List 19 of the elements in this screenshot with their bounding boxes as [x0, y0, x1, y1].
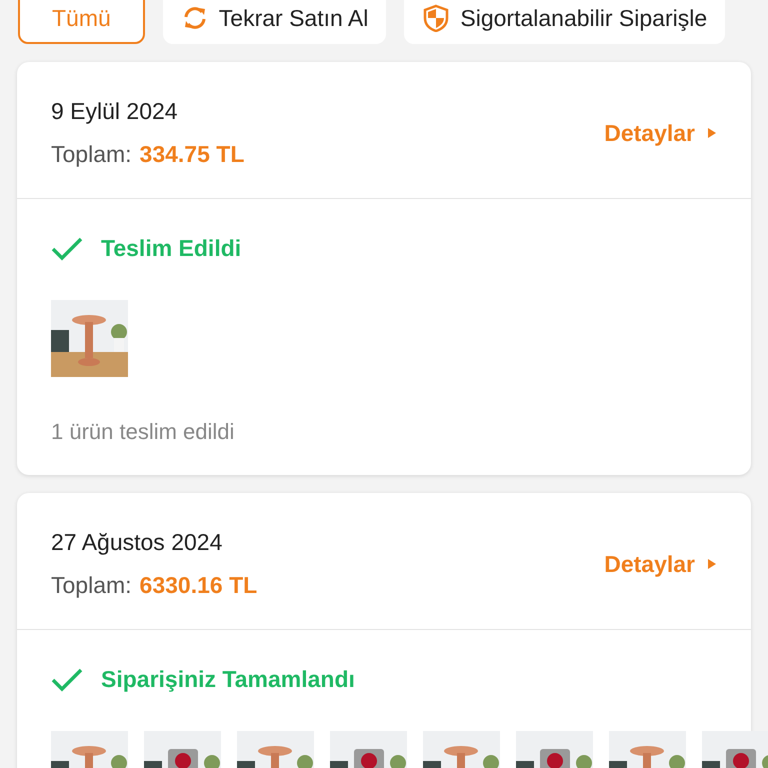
- order-date: 9 Eylül 2024: [51, 98, 179, 125]
- check-icon: [51, 236, 83, 262]
- filter-tab[interactable]: Sigortalanabilir Siparişle: [404, 0, 726, 44]
- shield-icon: [422, 4, 450, 32]
- delivery-note: 1 ürün teslim edildi: [51, 419, 236, 445]
- filter-tab[interactable]: Tekrar Satın Al: [162, 0, 386, 44]
- total-label: Toplam:: [51, 572, 132, 599]
- filter-tab[interactable]: Tümü: [18, 0, 145, 44]
- caret-icon: [707, 558, 717, 570]
- check-icon: [51, 666, 83, 692]
- details-link[interactable]: Detaylar: [604, 550, 717, 578]
- total-amount: 334.75 TL: [140, 141, 244, 168]
- caret-icon: [707, 127, 717, 139]
- order-status: Teslim Edildi: [101, 235, 242, 262]
- total-amount: 6330.16 TL: [140, 572, 258, 599]
- order-status: Siparişiniz Tamamlandı: [101, 666, 355, 693]
- total-label: Toplam:: [51, 141, 132, 168]
- details-link[interactable]: Detaylar: [604, 120, 717, 146]
- order-date: 27 Ağustos 2024: [51, 529, 224, 556]
